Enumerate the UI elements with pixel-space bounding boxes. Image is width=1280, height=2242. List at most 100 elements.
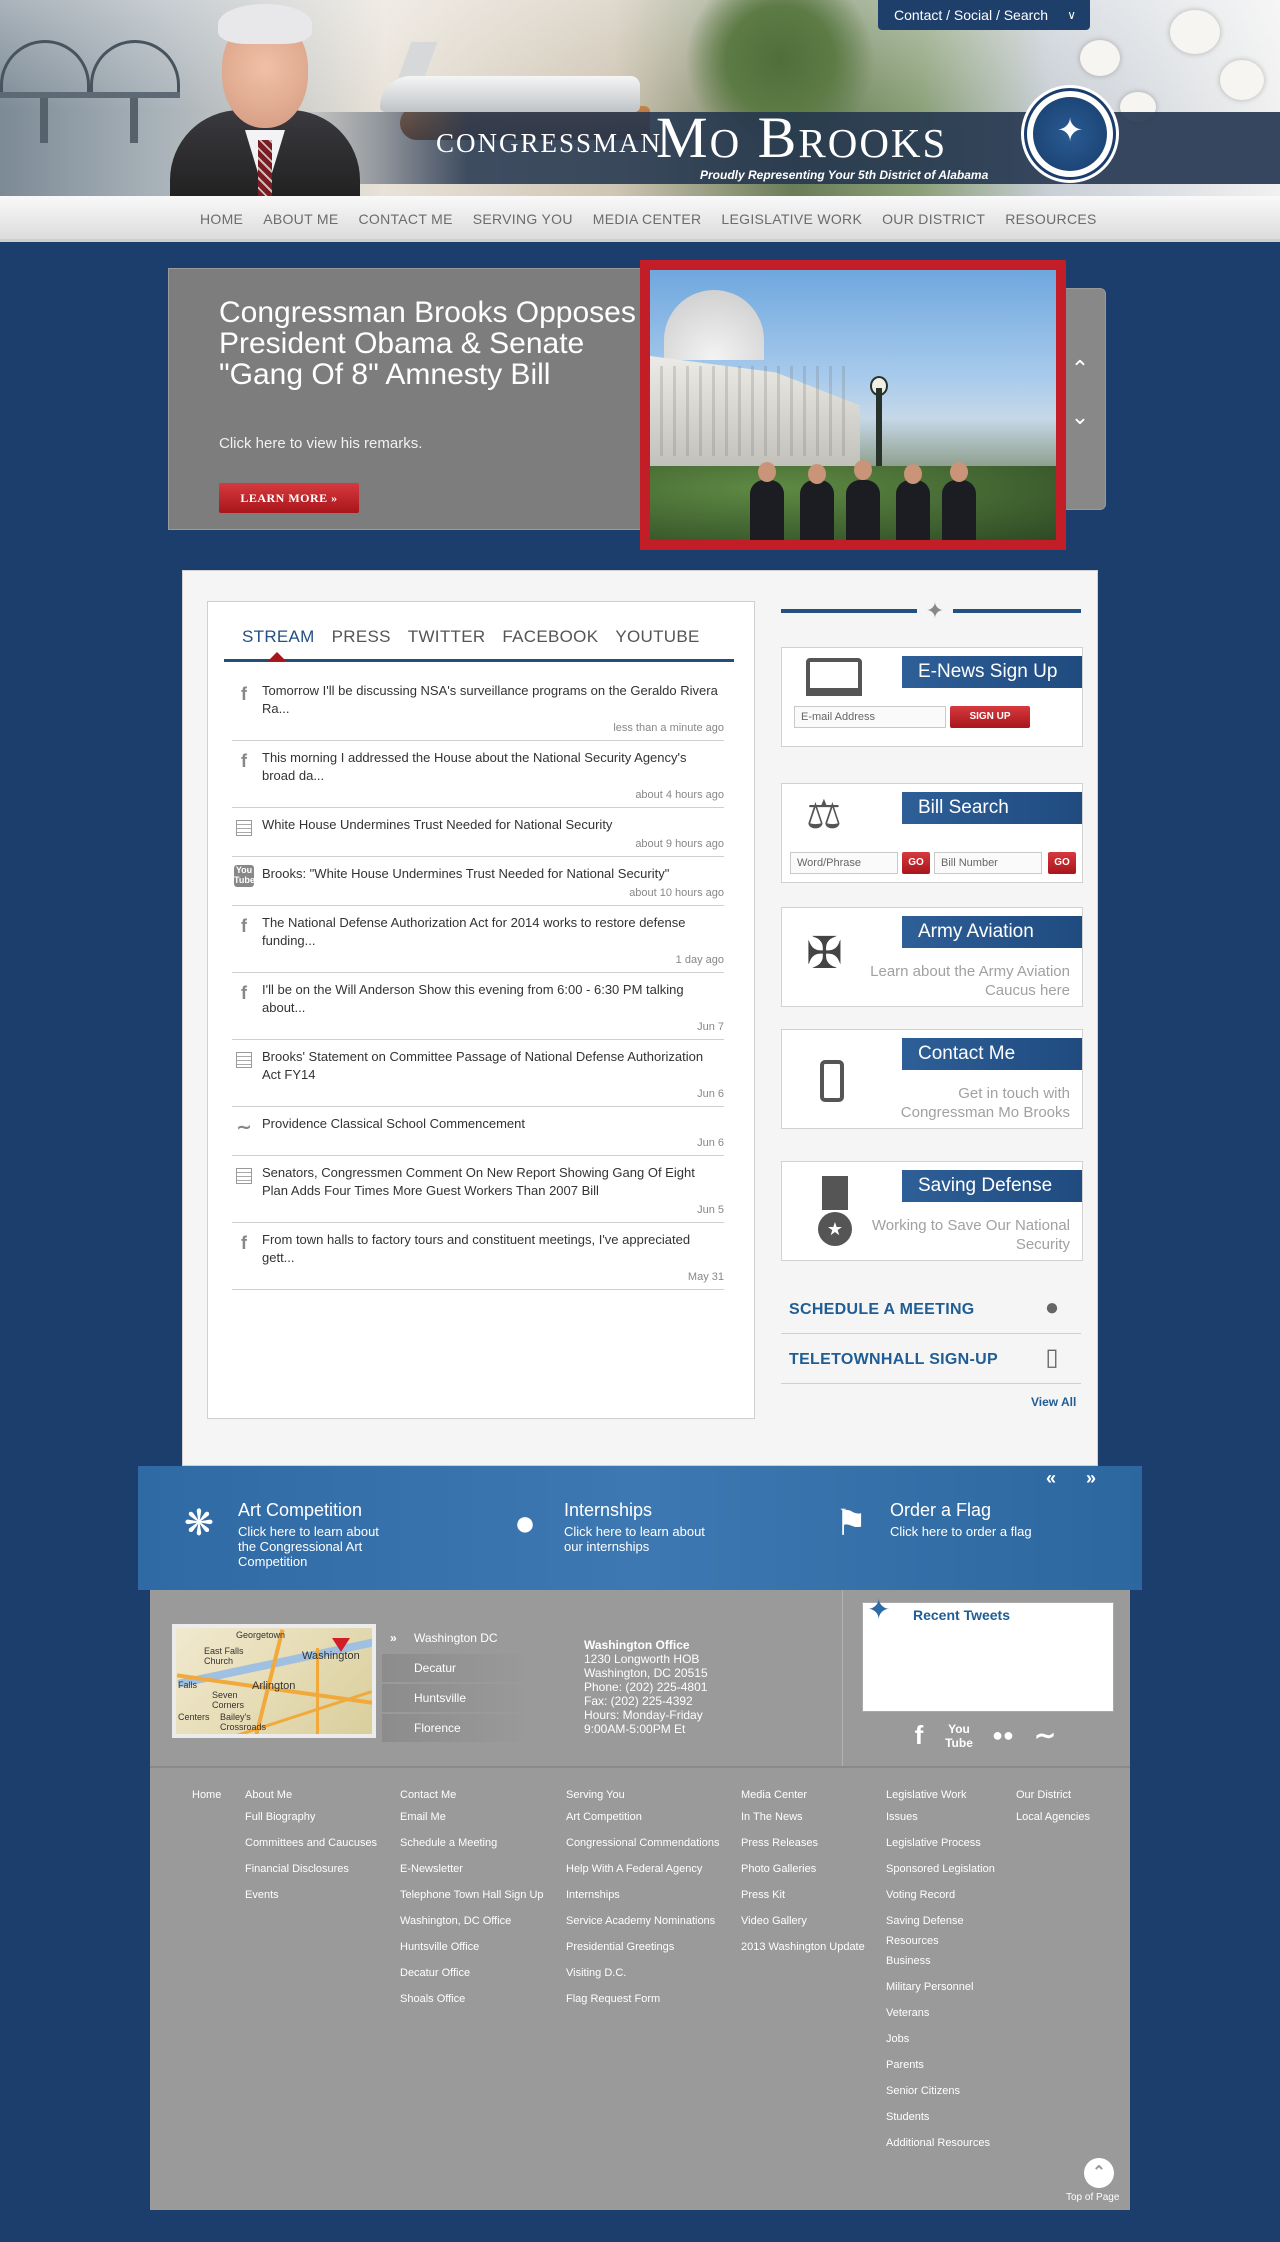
view-all-link[interactable]: View All [1031, 1395, 1076, 1409]
stream-item-text[interactable]: Senators, Congressmen Comment On New Rep… [262, 1164, 724, 1200]
footer-link[interactable]: Telephone Town Hall Sign Up [400, 1888, 544, 1914]
stream-item[interactable]: ∼ Providence Classical School Commencemen… [232, 1107, 724, 1156]
site-title[interactable]: Mo Brooks [656, 104, 947, 171]
email-field[interactable]: E-mail Address [794, 706, 946, 728]
office-map[interactable]: Georgetown East Falls Church Arlington W… [172, 1624, 376, 1738]
youtube-icon[interactable]: You Tube [942, 1718, 976, 1752]
contact-me-card[interactable]: Contact Me Get in touch with Congressman… [781, 1029, 1083, 1129]
stream-item[interactable]: Senators, Congressmen Comment On New Rep… [232, 1156, 724, 1223]
footer-heading[interactable]: Legislative Work [886, 1788, 995, 1810]
nav-resources[interactable]: RESOURCES [1005, 211, 1096, 227]
bill-number-field[interactable]: Bill Number [934, 852, 1042, 874]
stream-item[interactable]: f This morning I addressed the House abou… [232, 741, 724, 808]
footer-link[interactable]: Senior Citizens [886, 2084, 995, 2110]
footer-link[interactable]: Students [886, 2110, 995, 2136]
stream-item-text[interactable]: The National Defense Authorization Act f… [262, 914, 724, 950]
footer-link[interactable]: Visiting D.C. [566, 1966, 719, 1992]
footer-link[interactable]: Saving Defense [886, 1914, 995, 1934]
stream-item-text[interactable]: Brooks' Statement on Committee Passage o… [262, 1048, 724, 1084]
footer-link[interactable]: Additional Resources [886, 2136, 995, 2162]
stream-item[interactable]: f From town halls to factory tours and co… [232, 1223, 724, 1290]
location-tab-washington-dc[interactable]: » Washington DC [382, 1624, 532, 1652]
footer-link[interactable]: Business [886, 1954, 995, 1980]
footer-link[interactable]: Schedule a Meeting [400, 1836, 544, 1862]
top-of-page-link[interactable]: Top of Page [1066, 2192, 1119, 2203]
footer-link[interactable]: Service Academy Nominations [566, 1914, 719, 1940]
flickr-icon[interactable]: ●● [986, 1718, 1020, 1752]
slide-photo-frame[interactable] [640, 260, 1066, 550]
slide-down-icon[interactable]: ⌄ [1067, 399, 1093, 437]
footer-heading[interactable]: About Me [245, 1788, 377, 1810]
stream-item-text[interactable]: I'll be on the Will Anderson Show this e… [262, 981, 724, 1017]
footer-heading[interactable]: Contact Me [400, 1788, 544, 1810]
nav-about-me[interactable]: ABOUT ME [263, 211, 338, 227]
footer-link[interactable]: In The News [741, 1810, 865, 1836]
stream-item-text[interactable]: Brooks: "White House Undermines Trust Ne… [262, 865, 724, 883]
promo-title[interactable]: Art Competition [238, 1500, 362, 1521]
location-tab-decatur[interactable]: Decatur [382, 1654, 532, 1682]
stream-item[interactable]: f The National Defense Authorization Act … [232, 906, 724, 973]
stream-item[interactable]: Brooks' Statement on Committee Passage o… [232, 1040, 724, 1107]
footer-link[interactable]: Washington, DC Office [400, 1914, 544, 1940]
footer-link[interactable]: Photo Galleries [741, 1862, 865, 1888]
footer-link[interactable]: Financial Disclosures [245, 1862, 377, 1888]
stream-item-text[interactable]: Tomorrow I'll be discussing NSA's survei… [262, 682, 724, 718]
stream-item-text[interactable]: White House Undermines Trust Needed for … [262, 816, 724, 834]
stream-item[interactable]: f Tomorrow I'll be discussing NSA's surve… [232, 674, 724, 741]
footer-heading[interactable]: Serving You [566, 1788, 719, 1810]
stream-item[interactable]: White House Undermines Trust Needed for … [232, 808, 724, 857]
footer-link[interactable]: Flag Request Form [566, 1992, 719, 2018]
stream-item-text[interactable]: From town halls to factory tours and con… [262, 1231, 724, 1267]
schedule-meeting-link[interactable]: SCHEDULE A MEETING [789, 1301, 975, 1319]
learn-more-button[interactable]: LEARN MORE » [219, 483, 359, 513]
nav-serving-you[interactable]: SERVING YOU [473, 211, 573, 227]
slide-subtext[interactable]: Click here to view his remarks. [219, 435, 422, 452]
word-search-go-button[interactable]: GO [902, 852, 930, 874]
nav-contact-me[interactable]: CONTACT ME [358, 211, 452, 227]
footer-link[interactable]: Decatur Office [400, 1966, 544, 1992]
footer-link[interactable]: Events [245, 1888, 377, 1914]
footer-link[interactable]: Internships [566, 1888, 719, 1914]
promo-title[interactable]: Order a Flag [890, 1500, 991, 1521]
rss-icon[interactable]: ∼ [1028, 1718, 1062, 1752]
nav-legislative-work[interactable]: LEGISLATIVE WORK [721, 211, 862, 227]
nav-media-center[interactable]: MEDIA CENTER [593, 211, 702, 227]
footer-link-home[interactable]: Home [192, 1788, 221, 1810]
bill-number-go-button[interactable]: GO [1048, 852, 1076, 874]
footer-link[interactable]: Email Me [400, 1810, 544, 1836]
location-tab-florence[interactable]: Florence [382, 1714, 532, 1742]
tab-youtube[interactable]: YOUTUBE [615, 622, 699, 652]
tab-facebook[interactable]: FACEBOOK [502, 622, 598, 652]
footer-link[interactable]: Local Agencies [1016, 1810, 1090, 1836]
footer-link[interactable]: Veterans [886, 2006, 995, 2032]
footer-link[interactable]: Parents [886, 2058, 995, 2084]
promo-title[interactable]: Internships [564, 1500, 652, 1521]
tab-press[interactable]: PRESS [332, 622, 391, 652]
saving-defense-card[interactable]: ★ Saving Defense Working to Save Our Nat… [781, 1161, 1083, 1261]
promo-next-icon[interactable]: » [1086, 1468, 1096, 1489]
slide-up-icon[interactable]: ⌃ [1067, 351, 1093, 389]
contact-social-search-toggle[interactable]: Contact / Social / Search ∨ [878, 0, 1090, 30]
footer-link[interactable]: Congressional Commendations [566, 1836, 719, 1862]
tab-twitter[interactable]: TWITTER [408, 622, 486, 652]
sign-up-button[interactable]: SIGN UP [950, 706, 1030, 728]
nav-home[interactable]: HOME [200, 211, 243, 227]
footer-link[interactable]: 2013 Washington Update [741, 1940, 865, 1966]
footer-link[interactable]: Sponsored Legislation [886, 1862, 995, 1888]
footer-link[interactable]: E-Newsletter [400, 1862, 544, 1888]
back-to-top-button[interactable]: ⌃ [1084, 2158, 1114, 2188]
footer-link[interactable]: Press Releases [741, 1836, 865, 1862]
footer-link[interactable]: Jobs [886, 2032, 995, 2058]
stream-item[interactable]: f I'll be on the Will Anderson Show this … [232, 973, 724, 1040]
footer-link[interactable]: Legislative Process [886, 1836, 995, 1862]
location-tab-huntsville[interactable]: Huntsville [382, 1684, 532, 1712]
footer-link[interactable]: Full Biography [245, 1810, 377, 1836]
footer-link[interactable]: Video Gallery [741, 1914, 865, 1940]
promo-prev-icon[interactable]: « [1046, 1468, 1056, 1489]
tab-stream[interactable]: STREAM [242, 622, 315, 652]
footer-link[interactable]: Art Competition [566, 1810, 719, 1836]
footer-heading[interactable]: Our District [1016, 1788, 1090, 1810]
footer-link[interactable]: Shoals Office [400, 1992, 544, 2018]
footer-link[interactable]: Huntsville Office [400, 1940, 544, 1966]
footer-link[interactable]: Press Kit [741, 1888, 865, 1914]
